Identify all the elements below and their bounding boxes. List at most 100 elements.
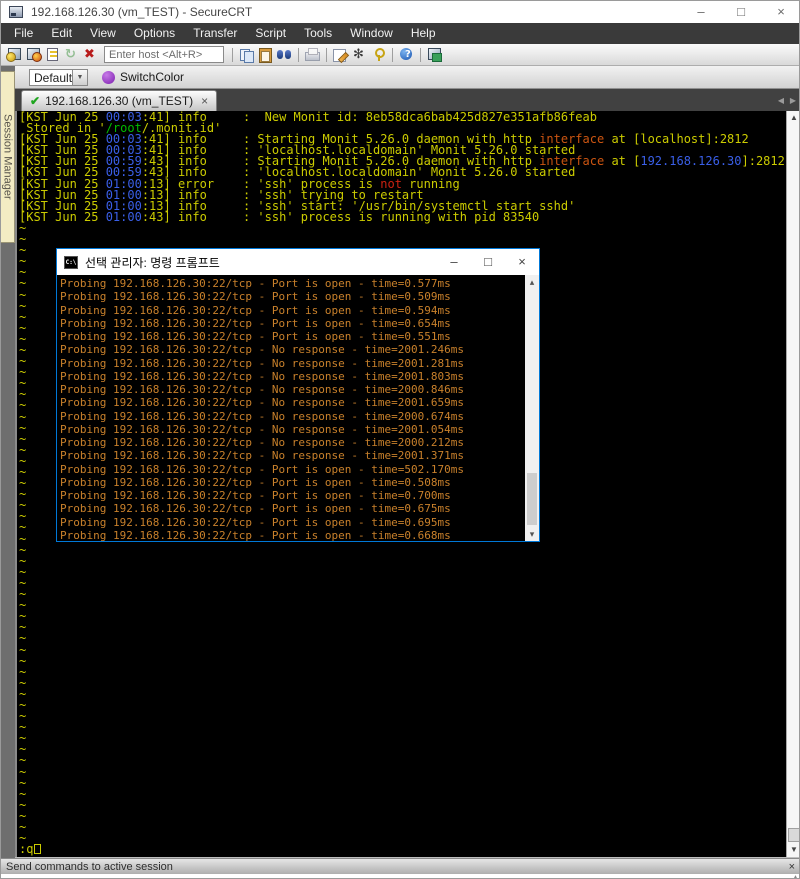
clone-session-icon[interactable] [426,47,443,62]
session-manager-label: Session Manager [2,114,14,200]
cmd-close-button[interactable]: × [505,249,539,275]
menu-window[interactable]: Window [341,23,402,44]
terminal-scrollbar[interactable]: ▲ ▼ [786,111,800,857]
menu-view[interactable]: View [81,23,125,44]
cmd-scroll-up-icon[interactable]: ▴ [525,275,539,289]
find-icon[interactable] [276,47,293,62]
copy-icon[interactable] [238,47,255,62]
tab-close-icon[interactable]: × [201,94,208,108]
cmd-output: Probing 192.168.126.30:22/tcp - Port is … [60,277,464,541]
toolbar-separator [392,48,393,62]
reconnect-icon[interactable] [63,47,80,62]
terminal-empty-line: ~ [19,744,785,755]
command-pane-label: Send commands to active session [6,861,173,873]
cmd-minimize-button[interactable]: – [437,249,471,275]
session-manager-tab[interactable]: Session Manager [1,71,15,243]
cmd-output-line: Probing 192.168.126.30:22/tcp - Port is … [60,330,464,343]
terminal-empty-line: ~ [19,645,785,656]
connect-icon[interactable] [6,47,23,62]
minimize-button[interactable]: – [681,1,721,23]
terminal-empty-line: ~ [19,223,785,234]
menu-script[interactable]: Script [246,23,295,44]
terminal-empty-line: ~ [19,556,785,567]
session-tab[interactable]: ✔ 192.168.126.30 (vm_TEST) × [21,90,217,111]
terminal-empty-line: ~ [19,778,785,789]
quick-connect-icon[interactable] [25,47,42,62]
cmd-output-line: Probing 192.168.126.30:22/tcp - Port is … [60,304,464,317]
title-bar[interactable]: 192.168.126.30 (vm_TEST) - SecureCRT – □… [1,1,800,23]
cmd-output-line: Probing 192.168.126.30:22/tcp - Port is … [60,277,464,290]
properties-icon[interactable] [332,47,349,62]
terminal-empty-line: ~ [19,567,785,578]
paste-icon[interactable] [257,47,274,62]
menu-transfer[interactable]: Transfer [184,23,246,44]
command-input[interactable] [1,874,781,879]
tab-bar: ✔ 192.168.126.30 (vm_TEST) × ◀ ▶ [15,89,800,111]
cmd-scrollbar[interactable]: ▴ ▾ [525,275,539,541]
menu-edit[interactable]: Edit [42,23,81,44]
sidebar-strip: Session Manager [1,66,15,858]
chevron-down-icon[interactable]: ▼ [73,69,88,86]
cmd-output-line: Probing 192.168.126.30:22/tcp - Port is … [60,290,464,303]
command-prompt-window[interactable]: C:\ 선택 관리자: 명령 프롬프트 – □ × Probing 192.16… [56,248,540,542]
toolbar [1,44,800,66]
profile-combo-value[interactable]: Default [29,69,73,86]
command-pane-header: Send commands to active session × [1,858,800,874]
cmd-app-icon: C:\ [64,256,78,269]
tab-scroll-left-icon[interactable]: ◀ [775,96,787,105]
cmd-output-line: Probing 192.168.126.30:22/tcp - Port is … [60,516,464,529]
cmd-output-line: Probing 192.168.126.30:22/tcp - No respo… [60,343,464,356]
session-options-icon[interactable] [351,47,368,62]
terminal-line: [KST Jun 25 01:00:43] info : 'ssh' proce… [19,212,785,223]
cmd-output-area[interactable]: Probing 192.168.126.30:22/tcp - Port is … [57,275,539,541]
host-input[interactable] [104,46,224,63]
maximize-button[interactable]: □ [721,1,761,23]
menu-file[interactable]: File [5,23,42,44]
terminal-empty-line: ~ [19,700,785,711]
securecrt-window: 192.168.126.30 (vm_TEST) - SecureCRT – □… [0,0,800,879]
cmd-output-line: Probing 192.168.126.30:22/tcp - Port is … [60,529,464,541]
scroll-down-icon[interactable]: ▼ [787,843,800,857]
profile-combo[interactable]: Default ▼ [29,69,88,86]
terminal-empty-line: ~ [19,833,785,844]
switchcolor-button[interactable]: SwitchColor [102,70,184,84]
terminal-empty-line: ~ [19,822,785,833]
cmd-output-line: Probing 192.168.126.30:22/tcp - No respo… [60,449,464,462]
menu-options[interactable]: Options [125,23,184,44]
session-tabs-icon[interactable] [44,47,61,62]
tab-scroll-right-icon[interactable]: ▶ [787,96,799,105]
toolbar-separator [232,48,233,62]
print-icon[interactable] [304,47,321,62]
cmd-output-line: Probing 192.168.126.30:22/tcp - No respo… [60,436,464,449]
terminal-empty-line: ~ [19,633,785,644]
disconnect-icon[interactable] [82,47,99,62]
input-scroll-up-icon[interactable]: ▲ [793,874,798,879]
cmd-output-line: Probing 192.168.126.30:22/tcp - No respo… [60,396,464,409]
terminal-empty-line: ~ [19,667,785,678]
command-pane-close-icon[interactable]: × [789,861,795,873]
terminal-empty-line: ~ [19,678,785,689]
cmd-output-line: Probing 192.168.126.30:22/tcp - No respo… [60,357,464,370]
terminal-empty-line: ~ [19,767,785,778]
close-button[interactable]: × [761,1,800,23]
menu-bar: FileEditViewOptionsTransferScriptToolsWi… [1,23,800,44]
cmd-scrollbar-thumb[interactable] [527,473,537,525]
securecrt-app-icon [9,6,23,18]
switchcolor-dot-icon [102,71,115,84]
menu-help[interactable]: Help [402,23,445,44]
cmd-output-line: Probing 192.168.126.30:22/tcp - Port is … [60,476,464,489]
terminal-empty-line: ~ [19,722,785,733]
cmd-title-bar[interactable]: C:\ 선택 관리자: 명령 프롬프트 – □ × [57,249,539,275]
cmd-maximize-button[interactable]: □ [471,249,505,275]
terminal-empty-line: ~ [19,755,785,766]
terminal-empty-line: ~ [19,800,785,811]
terminal-empty-line: ~ [19,811,785,822]
scroll-up-icon[interactable]: ▲ [787,111,800,125]
keymap-icon[interactable] [370,47,387,62]
session-tab-label: 192.168.126.30 (vm_TEST) [45,94,193,108]
cmd-output-line: Probing 192.168.126.30:22/tcp - No respo… [60,423,464,436]
cmd-scroll-down-icon[interactable]: ▾ [525,527,539,541]
help-icon[interactable] [398,47,415,62]
scrollbar-thumb[interactable] [788,828,800,842]
menu-tools[interactable]: Tools [295,23,341,44]
